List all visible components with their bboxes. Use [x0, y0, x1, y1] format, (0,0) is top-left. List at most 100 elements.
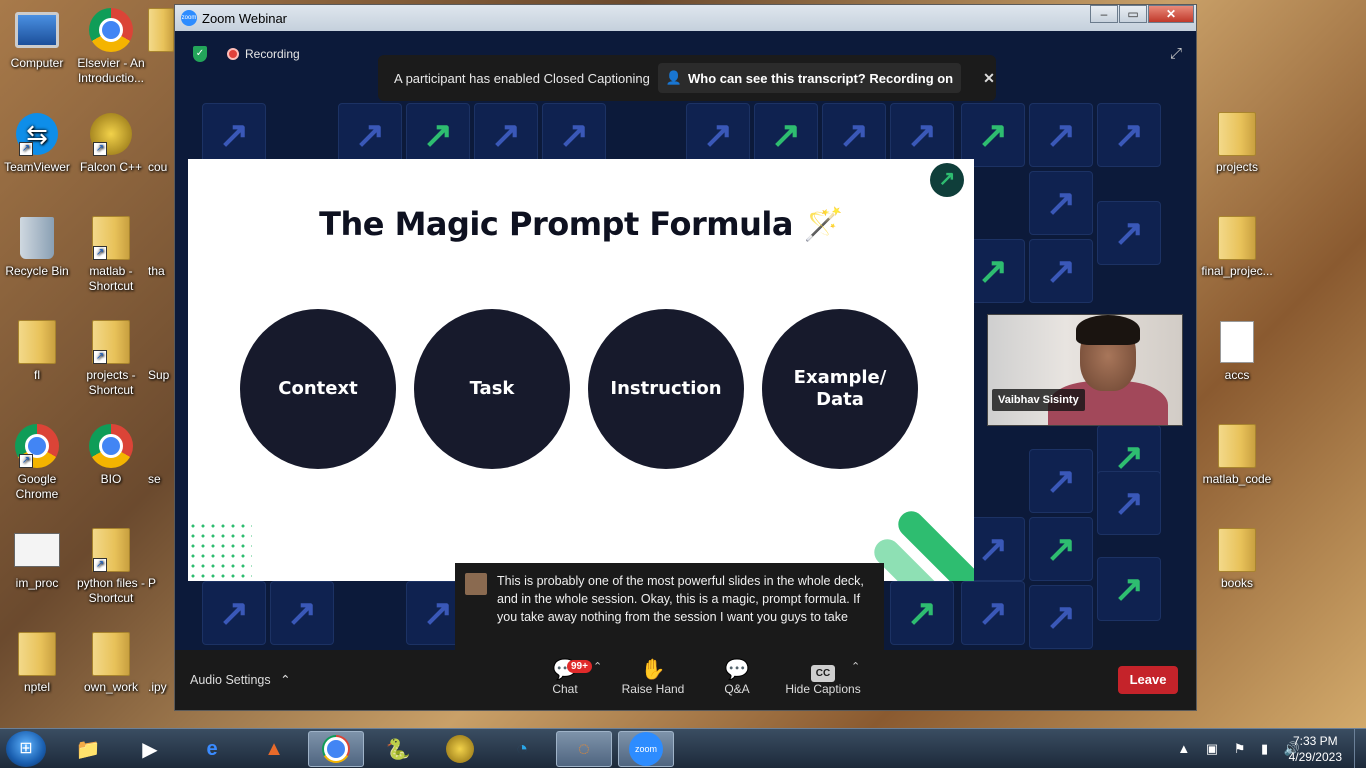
window-titlebar[interactable]: zoom Zoom Webinar – ▭ ✕ [175, 5, 1196, 31]
folder-icon [18, 320, 56, 364]
maximize-button[interactable]: ▭ [1119, 5, 1147, 23]
folder-icon [1218, 528, 1256, 572]
desktop-icon-computer[interactable]: Computer [0, 6, 74, 71]
desktop-icon-fl[interactable]: fl [0, 318, 74, 383]
internet-explorer-taskbar-icon[interactable]: e [184, 731, 240, 767]
desktop-icon-projects[interactable]: projects [1200, 110, 1274, 175]
desktop-icon-matlab[interactable]: ↗ matlab - Shortcut [74, 214, 148, 294]
shortcut-arrow-icon: ↗ [19, 142, 33, 156]
desktop-icon-label: P [148, 576, 157, 590]
transcript-visibility-button[interactable]: 👤 Who can see this transcript? Recording… [657, 63, 962, 93]
zoom-logo-icon: zoom [181, 10, 197, 26]
magic-wand-icon: 🪄 [803, 205, 844, 243]
desktop-icon-matlab-code[interactable]: matlab_code [1200, 422, 1274, 487]
system-tray[interactable]: ▲ ▣ ⚑ ▮ 🔊 [1177, 741, 1306, 757]
arrow-tile: ↗ [686, 103, 750, 167]
qa-label: Q&A [724, 682, 750, 696]
desktop-icon-label: im_proc [15, 576, 59, 590]
falcon-taskbar-icon[interactable] [432, 731, 488, 767]
desktop-icon-projects-shortcut[interactable]: ↗ projects - Shortcut [74, 318, 148, 398]
document-icon [1220, 321, 1254, 363]
desktop-icon-cou-label[interactable]: cou [148, 110, 174, 175]
media-player-taskbar-icon[interactable]: ▶ [122, 731, 178, 767]
desktop-icon-label: accs [1224, 368, 1250, 382]
desktop-icon-cou[interactable] [148, 6, 174, 56]
audio-settings-label: Audio Settings [190, 673, 271, 687]
matlab-taskbar-icon[interactable]: ▲ [246, 731, 302, 767]
close-window-button[interactable]: ✕ [1148, 5, 1194, 23]
close-banner-icon[interactable]: ✕ [983, 70, 995, 87]
fullscreen-icon[interactable]: ⤢ [1170, 45, 1182, 62]
desktop-icon-teamviewer[interactable]: ⇆ ↗ TeamViewer [0, 110, 74, 175]
hand-icon: ✋ [640, 659, 666, 681]
folder-icon [1218, 112, 1256, 156]
desktop-icon-falcon[interactable]: ↗ Falcon C++ [74, 110, 148, 175]
desktop-icon-tha[interactable]: tha [148, 214, 174, 279]
taskbar-clock[interactable]: 7:33 PM 4/29/2023 [1289, 733, 1342, 765]
arrow-tile: ↗ [890, 581, 954, 645]
window-title: Zoom Webinar [202, 10, 288, 26]
qa-button[interactable]: 💬 Q&A [697, 658, 777, 696]
desktop-icon-label: own_work [83, 680, 139, 694]
circle-label: Task [469, 378, 515, 399]
python-taskbar-icon[interactable]: 🐍 [370, 731, 426, 767]
desktop-icon-label: projects [1215, 160, 1259, 174]
person-icon: 👤 [665, 70, 683, 85]
formula-circle-instruction: Instruction [588, 309, 744, 469]
zoom-taskbar-icon[interactable]: zoom [618, 731, 674, 767]
participant-hair [1076, 315, 1140, 345]
participant-video[interactable]: Vaibhav Sisinty [987, 314, 1183, 426]
desktop-icon-elsevier[interactable]: Elsevier - An Introductio... [74, 6, 148, 86]
formula-circle-example-data: Example/ Data [762, 309, 918, 469]
clock-date: 4/29/2023 [1288, 750, 1342, 764]
audio-settings-button[interactable]: Audio Settings ⌃ [190, 672, 291, 687]
desktop-icon-books[interactable]: books [1200, 526, 1274, 591]
desktop-icon-im-proc[interactable]: im_proc [0, 526, 74, 591]
arrow-tile: ↗ [202, 581, 266, 645]
arrow-tile: ↗ [1097, 471, 1161, 535]
participant-name: Vaibhav Sisinty [992, 389, 1085, 411]
shortcut-arrow-icon: ↗ [19, 454, 33, 468]
zoom-window: zoom Zoom Webinar – ▭ ✕ ↗ ↗ ↗ ↗ ↗ ↗ ↗ ↗ … [174, 4, 1197, 711]
desktop-icon-recycle-bin[interactable]: Recycle Bin [0, 214, 74, 279]
desktop-icon-python-files[interactable]: ↗ python files - Shortcut [74, 526, 148, 606]
edge-taskbar-icon[interactable]: ◔ [494, 731, 550, 767]
chat-chevron-up-icon[interactable]: ⌃ [593, 660, 602, 673]
image-icon [14, 533, 60, 567]
dot-grid-decoration [188, 521, 252, 581]
raise-hand-label: Raise Hand [621, 682, 685, 696]
raise-hand-button[interactable]: ✋ Raise Hand [613, 658, 693, 696]
folder-icon [92, 632, 130, 676]
start-button[interactable]: ⊞ [6, 731, 46, 767]
minimize-button[interactable]: – [1090, 5, 1118, 23]
desktop-icon-sup[interactable]: Sup [148, 318, 174, 383]
desktop-icon-label: Computer [10, 56, 64, 70]
desktop-icon-bio[interactable]: BIO [74, 422, 148, 487]
desktop-icon-ipy[interactable]: .ipy [148, 630, 174, 695]
desktop-icon-accs[interactable]: accs [1200, 318, 1274, 383]
slide-logo-icon: ↗ [930, 163, 964, 197]
desktop-icon-own-work[interactable]: own_work [74, 630, 148, 695]
chrome-taskbar-icon[interactable] [308, 731, 364, 767]
desktop-icon-nptel[interactable]: nptel [0, 630, 74, 695]
folder-icon [1218, 216, 1256, 260]
security-shield-icon[interactable]: ✓ [193, 46, 207, 62]
desktop-icon-se[interactable]: se [148, 422, 174, 487]
show-desktop-button[interactable] [1354, 729, 1366, 768]
captions-chevron-up-icon[interactable]: ⌃ [851, 660, 860, 673]
arrow-tile: ↗ [1097, 103, 1161, 167]
chrome-icon [322, 735, 350, 763]
meeting-area: ↗ ↗ ↗ ↗ ↗ ↗ ↗ ↗ ↗ ↗ ↗ ↗ ↗ ↗ ↗ ↗ ↗ ↗ ↗ ↗ … [175, 31, 1196, 653]
shortcut-arrow-icon: ↗ [93, 558, 107, 572]
desktop-icon-google-chrome[interactable]: ↗ Google Chrome [0, 422, 74, 502]
leave-button[interactable]: Leave [1118, 666, 1178, 694]
arrow-tile: ↗ [961, 103, 1025, 167]
falcon-icon [446, 735, 474, 763]
arrow-tile: ↗ [1029, 171, 1093, 235]
captioning-banner: A participant has enabled Closed Caption… [378, 55, 996, 101]
jupyter-taskbar-icon[interactable]: ◌ [556, 731, 612, 767]
explorer-taskbar-icon[interactable]: 📁 [60, 731, 116, 767]
desktop-icon-final-project[interactable]: final_projec... [1200, 214, 1274, 279]
recording-icon[interactable] [227, 48, 239, 60]
desktop-icon-p[interactable]: P [148, 526, 174, 591]
